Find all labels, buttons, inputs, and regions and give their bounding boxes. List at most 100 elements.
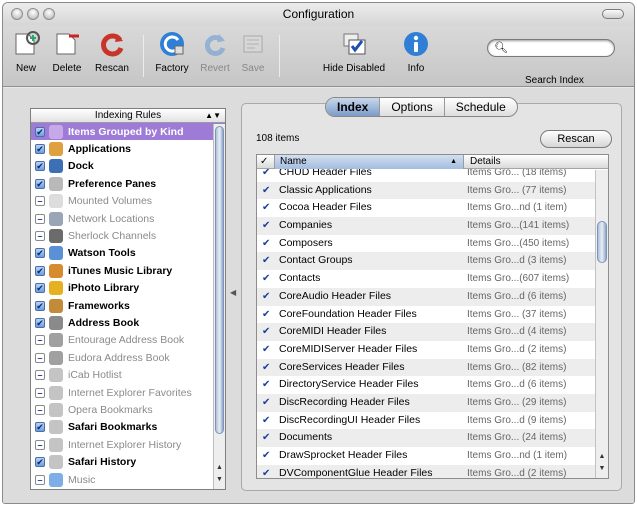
scroll-down-arrow-icon[interactable]: ▼ [597,465,607,472]
rule-checkbox[interactable]: – [35,335,45,346]
info-button[interactable]: Info [399,29,433,74]
table-row[interactable]: ✔ CoreMIDIServer Header Files Items Gro...… [257,341,596,359]
rule-checkbox[interactable]: ✔ [35,317,45,328]
rule-item[interactable]: – iCab Hotlist [31,366,225,383]
indexing-rules-header[interactable]: Indexing Rules ▲▼ [31,109,225,123]
rule-item[interactable]: – Internet Explorer History [31,436,225,453]
rule-checkbox[interactable]: ✔ [35,422,45,433]
row-checkbox[interactable]: ✔ [262,394,270,412]
rule-checkbox[interactable]: ✔ [35,144,45,155]
table-row[interactable]: ✔ CoreFoundation Header Files Items Gro...… [257,306,596,324]
delete-button[interactable]: Delete [47,29,87,74]
rule-item[interactable]: ✔ Applications [31,140,225,157]
revert-button[interactable]: Revert [195,29,235,74]
rule-item[interactable]: – Mounted Volumes [31,193,225,210]
rule-checkbox[interactable]: ✔ [35,265,45,276]
rule-item[interactable]: ✔ Preference Panes [31,175,225,192]
tab-schedule[interactable]: Schedule [445,98,517,116]
search-field[interactable]: 🔍︎ [487,39,615,57]
table-row[interactable]: ✔ Contact Groups Items Gro...d (3 items) [257,252,596,271]
table-scrollbar[interactable]: ▲ ▼ [595,170,608,478]
rule-checkbox[interactable]: ✔ [35,300,45,311]
scroll-up-arrow-icon[interactable]: ▲ [597,453,607,460]
rule-checkbox[interactable]: – [35,404,45,415]
index-table[interactable]: ✔ CHUD Header Files Items Gro... (18 items… [256,154,609,479]
row-checkbox[interactable]: ✔ [262,429,270,447]
search-input[interactable] [506,41,606,54]
row-checkbox[interactable]: ✔ [262,359,270,377]
rule-item[interactable]: ✔ Items Grouped by Kind [31,123,225,141]
row-checkbox[interactable]: ✔ [262,341,270,359]
new-button[interactable]: New [9,29,43,74]
rule-checkbox[interactable]: ✔ [35,248,45,259]
splitter-handle-icon[interactable]: ◀ [230,288,236,297]
rescan-button[interactable]: Rescan [540,130,612,148]
rule-item[interactable]: ✔ Frameworks [31,297,225,314]
tab-index[interactable]: Index [326,98,381,116]
row-checkbox[interactable]: ✔ [262,306,270,324]
col-details-header[interactable]: Details [470,155,501,169]
table-row[interactable]: ✔ Composers Items Gro...(450 items) [257,235,596,253]
table-row[interactable]: ✔ DrawSprocket Header Files Items Gro...nd… [257,447,596,465]
rule-item[interactable]: ✔ Safari Bookmarks [31,419,225,436]
rule-item[interactable]: ✔ iTunes Music Library [31,262,225,279]
toolbar-toggle-button[interactable] [602,9,624,19]
rule-checkbox[interactable]: – [35,370,45,381]
row-checkbox[interactable]: ✔ [262,252,270,270]
rule-checkbox[interactable]: – [35,352,45,363]
table-row[interactable]: ✔ Companies Items Gro...(141 items) [257,217,596,235]
rule-item[interactable]: – Music [31,471,225,488]
rescan-toolbar-button[interactable]: Rescan [91,29,133,74]
table-row[interactable]: ✔ CoreServices Header Files Items Gro... (… [257,358,596,377]
row-checkbox[interactable]: ✔ [262,376,270,394]
rule-item[interactable]: ✔ iPhoto Library [31,280,225,297]
rule-item[interactable]: ✔ Dock [31,158,225,175]
rule-item[interactable]: ✔ Watson Tools [31,245,225,262]
rule-checkbox[interactable]: – [35,213,45,224]
title-bar[interactable]: Configuration [3,3,634,25]
row-checkbox[interactable]: ✔ [262,217,270,235]
scroll-down-arrow-icon[interactable]: ▼ [215,476,224,483]
rule-item[interactable]: – Network Locations [31,210,225,227]
rule-checkbox[interactable]: ✔ [35,161,45,172]
rule-checkbox[interactable]: ✔ [35,457,45,468]
col-name-header[interactable]: Name ▲ [274,155,464,169]
table-row[interactable]: ✔ Cocoa Header Files Items Gro...nd (1 ite… [257,199,596,217]
table-row[interactable]: ✔ Contacts Items Gro...(607 items) [257,270,596,288]
table-row[interactable]: ✔ DiscRecording Header Files Items Gro... … [257,393,596,412]
table-row[interactable]: ✔ Classic Applications Items Gro... (77 it… [257,181,596,200]
table-row[interactable]: ✔ CoreAudio Header Files Items Gro...d (6 … [257,287,596,306]
rule-item[interactable]: – Opera Bookmarks [31,401,225,418]
rule-item[interactable]: – Sherlock Channels [31,227,225,244]
close-button[interactable] [11,8,23,20]
table-row[interactable]: ✔ Documents Items Gro... (24 items) [257,429,596,447]
tab-options[interactable]: Options [380,98,445,116]
rule-checkbox[interactable]: – [35,439,45,450]
factory-button[interactable]: Factory [149,29,195,74]
rules-scroll-thumb[interactable] [215,126,224,434]
rule-item[interactable]: – Entourage Address Book [31,332,225,349]
row-checkbox[interactable]: ✔ [262,447,270,465]
rule-checkbox[interactable]: – [35,231,45,242]
table-row[interactable]: ✔ DVComponentGlue Header Files Items Gro..… [257,464,596,478]
table-row[interactable]: ✔ DirectoryService Header Files Items Gro.… [257,376,596,394]
row-checkbox[interactable]: ✔ [262,465,270,478]
row-checkbox[interactable]: ✔ [262,182,270,200]
row-checkbox[interactable]: ✔ [262,412,270,430]
hide-disabled-button[interactable]: Hide Disabled [317,29,391,74]
save-button[interactable]: Save [235,29,271,74]
indexing-rules-list[interactable]: Indexing Rules ▲▼ ✔ Items Grouped by Kind… [30,108,226,490]
rules-scrollbar[interactable]: ▲ ▼ [213,124,225,489]
row-checkbox[interactable]: ✔ [262,235,270,253]
rule-item[interactable]: – Internet Explorer Favorites [31,384,225,401]
row-checkbox[interactable]: ✔ [262,270,270,288]
rule-checkbox[interactable]: ✔ [35,283,45,294]
rule-item[interactable]: – Eudora Address Book [31,349,225,366]
minimize-button[interactable] [27,8,39,20]
table-row[interactable]: ✔ DiscRecordingUI Header Files Items Gro..… [257,412,596,430]
table-scroll-thumb[interactable] [597,221,607,263]
rule-item[interactable]: ✔ Safari History [31,453,225,470]
row-checkbox[interactable]: ✔ [262,199,270,217]
rule-checkbox[interactable]: – [35,196,45,207]
table-row[interactable]: ✔ CoreMIDI Header Files Items Gro...d (4 i… [257,323,596,341]
